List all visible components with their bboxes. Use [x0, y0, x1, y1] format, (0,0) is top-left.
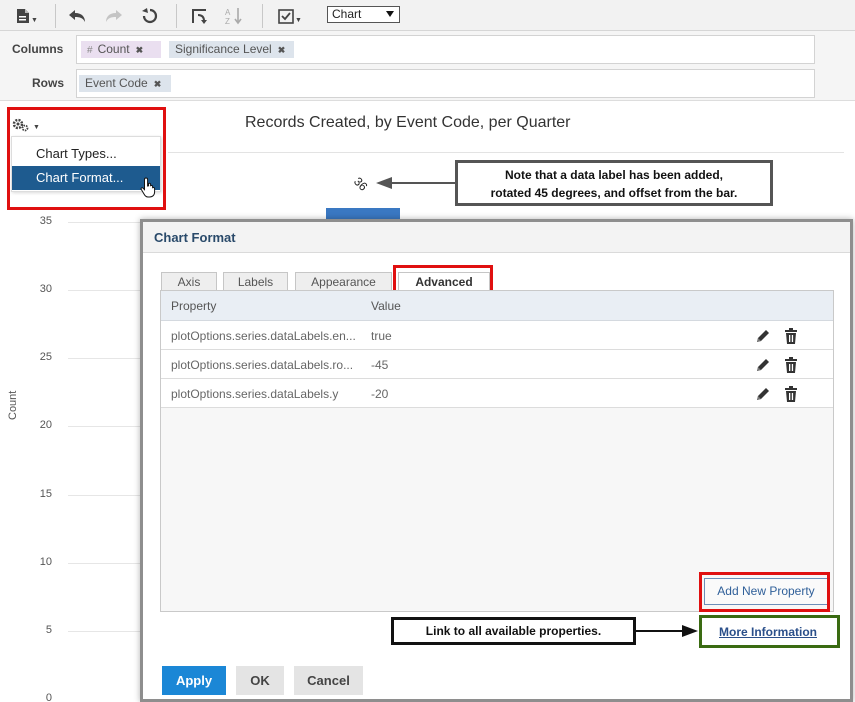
divider [176, 4, 177, 28]
document-icon [17, 9, 30, 23]
measure-hash-icon: # [87, 45, 93, 56]
dialog-title: Chart Format [154, 230, 236, 245]
highlight-box [7, 107, 166, 210]
tab-appearance[interactable]: Appearance [295, 272, 392, 292]
cancel-button[interactable]: Cancel [294, 666, 363, 695]
column-pill-significance-level[interactable]: Significance Level ✖ [169, 41, 294, 58]
highlight-box [699, 572, 830, 612]
trash-icon[interactable] [782, 356, 800, 374]
redo-icon [106, 10, 122, 22]
property-name: plotOptions.series.dataLabels.en... [171, 329, 356, 343]
y-tick: 10 [39, 556, 52, 568]
trash-icon[interactable] [782, 327, 800, 345]
gridline [68, 358, 148, 359]
gridline [68, 563, 148, 564]
svg-text:A: A [225, 8, 231, 17]
y-tick: 25 [39, 351, 52, 363]
divider [262, 4, 263, 28]
y-tick: 0 [45, 692, 52, 702]
chevron-down-icon: ▼ [295, 16, 302, 24]
shelf-area: Columns # Count ✖ Significance Level ✖ Rows… [0, 31, 855, 101]
gridline [68, 222, 148, 223]
gridline [68, 495, 148, 496]
y-tick: 35 [39, 215, 52, 227]
tab-labels[interactable]: Labels [223, 272, 288, 292]
swap-icon [192, 9, 207, 24]
swap-axes-button[interactable] [188, 5, 212, 27]
gridline [68, 290, 148, 291]
columns-label: Columns [12, 42, 64, 56]
column-header-property: Property [171, 299, 217, 313]
refresh-icon [142, 8, 158, 24]
table-row[interactable]: plotOptions.series.dataLabels.ro... -45 [161, 350, 833, 379]
row-pill-event-code[interactable]: Event Code ✖ [79, 75, 171, 92]
arrow-left-icon [376, 177, 456, 189]
gridline [68, 426, 148, 427]
column-header-value: Value [371, 299, 401, 313]
pencil-icon[interactable] [754, 356, 772, 374]
y-tick: 30 [39, 283, 52, 295]
checklist-icon [278, 8, 294, 24]
chevron-down-icon [386, 11, 394, 17]
rows-label: Rows [32, 76, 65, 90]
pill-label: Significance Level [175, 42, 272, 56]
property-value: -20 [371, 387, 389, 401]
chart-title: Records Created, by Event Code, per Quar… [245, 114, 571, 131]
property-name: plotOptions.series.dataLabels.y [171, 387, 339, 401]
remove-icon[interactable]: ✖ [278, 45, 286, 55]
annotation-note: Note that a data label has been added, r… [455, 160, 773, 206]
chart-options-button[interactable]: ▼ [275, 5, 305, 27]
undo-button[interactable] [66, 5, 88, 27]
property-name: plotOptions.series.dataLabels.ro... [171, 358, 354, 372]
y-tick: 15 [39, 488, 52, 500]
file-menu-button[interactable]: ▼ [12, 5, 42, 27]
column-pill-count[interactable]: # Count ✖ [81, 41, 161, 58]
sort-button[interactable]: AZ [222, 5, 246, 27]
ok-button[interactable]: OK [236, 666, 284, 695]
table-row[interactable]: plotOptions.series.dataLabels.y -20 [161, 379, 833, 408]
annotation-note: Link to all available properties. [391, 617, 636, 645]
data-label: 36 [351, 174, 371, 194]
pencil-icon[interactable] [754, 385, 772, 403]
pill-label: Event Code [85, 76, 148, 90]
apply-button[interactable]: Apply [162, 666, 226, 695]
divider [55, 4, 56, 28]
toolbar: ▼ AZ ▼ Chart [0, 0, 855, 31]
divider [168, 152, 844, 153]
y-axis-label: Count [7, 390, 19, 420]
property-value: -45 [371, 358, 389, 372]
rows-shelf[interactable]: Event Code ✖ [76, 69, 815, 98]
arrow-right-icon [636, 625, 698, 637]
sort-icon: AZ [225, 8, 242, 25]
pencil-icon[interactable] [754, 327, 772, 345]
remove-icon[interactable]: ✖ [136, 45, 144, 55]
gridline [68, 631, 148, 632]
y-tick: 5 [45, 624, 52, 636]
y-tick: 20 [39, 419, 52, 431]
redo-button[interactable] [103, 5, 125, 27]
highlight-box [699, 615, 840, 648]
chevron-down-icon: ▼ [31, 16, 38, 24]
chart-bar[interactable] [326, 208, 400, 219]
undo-icon [69, 10, 85, 22]
view-type-value: Chart [332, 7, 362, 21]
view-type-select[interactable]: Chart [327, 6, 400, 23]
table-row[interactable]: plotOptions.series.dataLabels.en... true [161, 321, 833, 350]
columns-shelf[interactable]: # Count ✖ Significance Level ✖ [76, 35, 815, 64]
property-value: true [371, 329, 392, 343]
dialog-header: Chart Format [143, 222, 850, 253]
trash-icon[interactable] [782, 385, 800, 403]
tab-axis[interactable]: Axis [161, 272, 217, 292]
note-line: Note that a data label has been added, [504, 168, 724, 182]
pill-label: Count [97, 42, 130, 56]
grid-header: Property Value [161, 291, 833, 321]
svg-text:Z: Z [225, 17, 230, 25]
properties-grid: Property Value plotOptions.series.dataLa… [160, 290, 834, 612]
note-line: rotated 45 degrees, and offset from the … [490, 186, 738, 200]
remove-icon[interactable]: ✖ [154, 79, 162, 89]
refresh-button[interactable] [139, 5, 161, 27]
